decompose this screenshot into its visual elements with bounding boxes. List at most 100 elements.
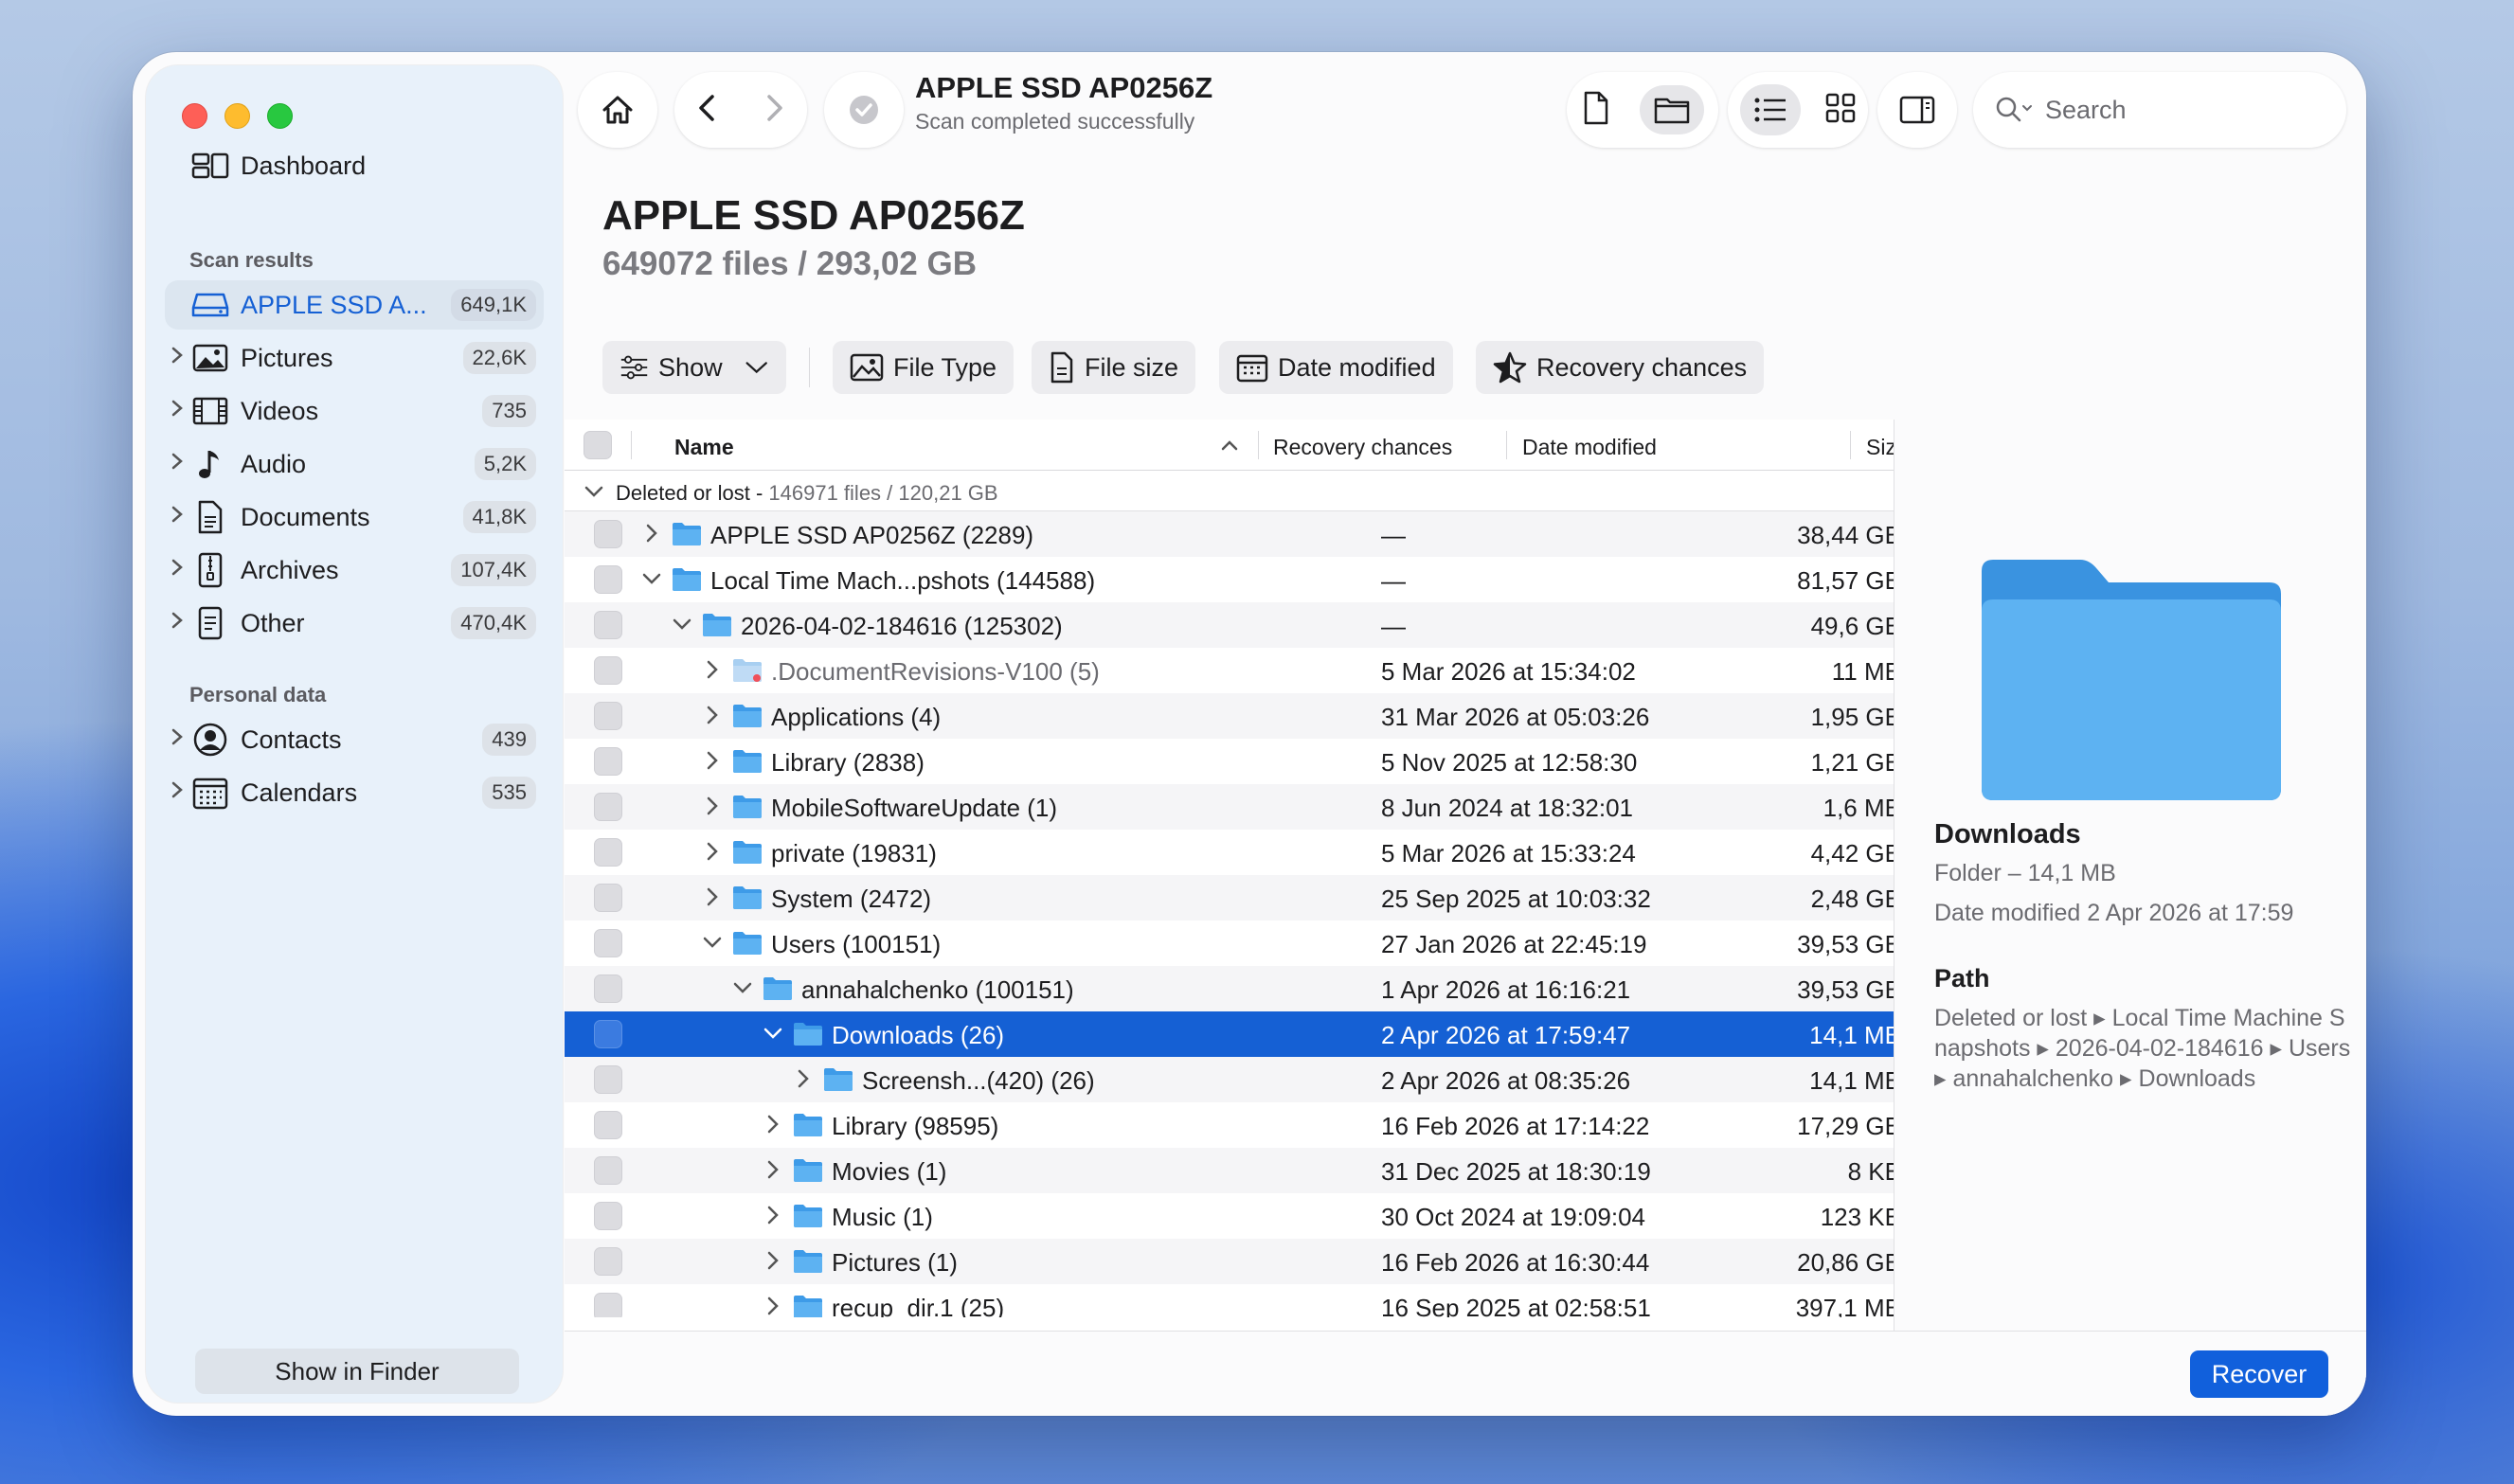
chevron-right-icon[interactable] <box>792 1064 815 1099</box>
row-checkbox[interactable] <box>594 1202 622 1230</box>
table-row[interactable]: System (2472) 25 Sep 2025 at 10:03:32 2,48… <box>565 875 1894 921</box>
table-row[interactable]: Library (2838) 5 Nov 2025 at 12:58:30 1,21… <box>565 739 1894 784</box>
chevron-right-icon[interactable] <box>701 701 724 735</box>
recovery-chances-filter-button[interactable]: Recovery chances <box>1476 341 1765 394</box>
table-row[interactable]: 2026-04-02-184616 (125302) — 49,6 GB <box>565 602 1894 648</box>
row-checkbox[interactable] <box>594 1247 622 1276</box>
count-badge: 470,4K <box>451 607 536 639</box>
row-checkbox[interactable] <box>594 884 622 912</box>
sidebar-item-calendars[interactable]: Calendars 535 <box>165 768 544 817</box>
chevron-right-icon[interactable] <box>165 505 189 529</box>
chevron-right-icon[interactable] <box>165 452 189 476</box>
date-modified-filter-button[interactable]: Date modified <box>1219 341 1453 394</box>
row-checkbox[interactable] <box>594 656 622 685</box>
close-window-button[interactable] <box>182 103 207 129</box>
chevron-right-icon[interactable] <box>762 1155 784 1189</box>
sidebar-item-pictures[interactable]: Pictures 22,6K <box>165 333 544 383</box>
folder-icon <box>671 521 703 547</box>
row-checkbox[interactable] <box>594 974 622 1003</box>
chevron-right-icon[interactable] <box>165 558 189 582</box>
show-filter-button[interactable]: Show <box>602 341 786 394</box>
chevron-right-icon[interactable] <box>165 780 189 805</box>
chevron-right-icon[interactable] <box>701 655 724 689</box>
row-checkbox[interactable] <box>594 1065 622 1094</box>
list-view-button[interactable] <box>1739 84 1801 135</box>
folder-icon <box>731 885 763 911</box>
row-checkbox[interactable] <box>594 702 622 730</box>
table-row[interactable]: annahalchenko (100151) 1 Apr 2026 at 16:1… <box>565 966 1894 1011</box>
show-in-finder-button[interactable]: Show in Finder <box>195 1349 519 1394</box>
table-row[interactable]: Music (1) 30 Oct 2024 at 19:09:04 123 KB <box>565 1193 1894 1239</box>
toggle-preview-button[interactable] <box>1877 72 1957 148</box>
table-row[interactable]: Downloads (26) 2 Apr 2026 at 17:59:47 14,1… <box>565 1011 1894 1057</box>
back-button[interactable] <box>693 91 722 130</box>
chevron-right-icon[interactable] <box>165 727 189 752</box>
folder-view-button[interactable] <box>1640 85 1704 134</box>
column-date-modified[interactable]: Date modified <box>1522 435 1657 460</box>
count-badge: 22,6K <box>462 342 536 374</box>
table-row[interactable]: Local Time Mach...pshots (144588) — 81,57 … <box>565 557 1894 602</box>
sort-ascending-icon[interactable] <box>1220 438 1239 452</box>
table-row[interactable]: MobileSoftwareUpdate (1) 8 Jun 2024 at 18… <box>565 784 1894 830</box>
row-checkbox[interactable] <box>594 838 622 867</box>
file-size-filter-button[interactable]: File size <box>1032 341 1196 394</box>
row-checkbox[interactable] <box>594 520 622 548</box>
chevron-right-icon[interactable] <box>762 1110 784 1144</box>
grid-view-button[interactable] <box>1824 92 1857 129</box>
chevron-down-icon[interactable] <box>762 1019 784 1053</box>
row-checkbox[interactable] <box>594 611 622 639</box>
chevron-down-icon[interactable] <box>701 928 724 962</box>
table-row[interactable]: .DocumentRevisions-V100 (5) 5 Mar 2026 at… <box>565 648 1894 693</box>
chevron-right-icon[interactable] <box>165 611 189 635</box>
chevron-right-icon[interactable] <box>701 746 724 780</box>
home-button[interactable] <box>578 72 657 148</box>
group-header-deleted[interactable]: Deleted or lost - 146971 files / 120,21 … <box>565 472 1894 511</box>
chevron-down-icon[interactable] <box>731 974 754 1008</box>
zoom-window-button[interactable] <box>267 103 293 129</box>
recover-button[interactable]: Recover <box>2190 1350 2328 1398</box>
row-checkbox[interactable] <box>594 793 622 821</box>
table-row[interactable]: private (19831) 5 Mar 2026 at 15:33:24 4,4… <box>565 830 1894 875</box>
file-type-filter-button[interactable]: File Type <box>833 341 1015 394</box>
table-row[interactable]: Pictures (1) 16 Feb 2026 at 16:30:44 20,86… <box>565 1239 1894 1284</box>
chevron-right-icon[interactable] <box>762 1246 784 1280</box>
select-all-checkbox[interactable] <box>584 431 612 459</box>
table-row[interactable]: Library (98595) 16 Feb 2026 at 17:14:22 17… <box>565 1102 1894 1148</box>
table-row[interactable]: APPLE SSD AP0256Z (2289) — 38,44 GB <box>565 511 1894 557</box>
row-checkbox[interactable] <box>594 929 622 957</box>
table-row[interactable]: Movies (1) 31 Dec 2025 at 18:30:19 8 KB <box>565 1148 1894 1193</box>
chevron-down-icon[interactable] <box>671 610 693 644</box>
minimize-window-button[interactable] <box>224 103 250 129</box>
row-checkbox[interactable] <box>594 1111 622 1139</box>
sidebar-item-videos[interactable]: Videos 735 <box>165 386 544 436</box>
sidebar-item-contacts[interactable]: Contacts 439 <box>165 715 544 764</box>
chevron-right-icon[interactable] <box>165 346 189 370</box>
search-field[interactable]: Search <box>1973 72 2346 148</box>
forward-button[interactable] <box>760 91 788 130</box>
row-checkbox[interactable] <box>594 1156 622 1185</box>
table-row[interactable]: Applications (4) 31 Mar 2026 at 05:03:26 1… <box>565 693 1894 739</box>
sidebar-item-other[interactable]: Other 470,4K <box>165 599 544 648</box>
table-row[interactable]: Screensh...(420) (26) 2 Apr 2026 at 08:35… <box>565 1057 1894 1102</box>
column-name[interactable]: Name <box>674 435 734 460</box>
table-row[interactable]: Users (100151) 27 Jan 2026 at 22:45:19 39,… <box>565 921 1894 966</box>
chevron-down-icon[interactable] <box>640 564 663 599</box>
sidebar-item-documents[interactable]: Documents 41,8K <box>165 492 544 542</box>
sidebar-item-apple-ssd-a[interactable]: APPLE SSD A... 649,1K <box>165 280 544 330</box>
chevron-right-icon[interactable] <box>701 837 724 871</box>
chevron-right-icon[interactable] <box>640 519 663 553</box>
sidebar-dashboard[interactable]: Dashboard <box>165 141 544 190</box>
column-recovery-chances[interactable]: Recovery chances <box>1273 435 1452 460</box>
sidebar-item-archives[interactable]: Archives 107,4K <box>165 545 544 595</box>
row-checkbox[interactable] <box>594 747 622 776</box>
chevron-right-icon[interactable] <box>701 792 724 826</box>
row-checkbox[interactable] <box>594 1020 622 1048</box>
column-size[interactable]: Size <box>1866 435 1894 460</box>
chevron-right-icon[interactable] <box>165 399 189 423</box>
sidebar-item-audio[interactable]: Audio 5,2K <box>165 439 544 489</box>
chevron-right-icon[interactable] <box>762 1201 784 1235</box>
row-checkbox[interactable] <box>594 565 622 594</box>
file-view-button[interactable] <box>1581 90 1611 131</box>
chevron-right-icon[interactable] <box>701 883 724 917</box>
scan-status-button[interactable] <box>824 72 904 148</box>
